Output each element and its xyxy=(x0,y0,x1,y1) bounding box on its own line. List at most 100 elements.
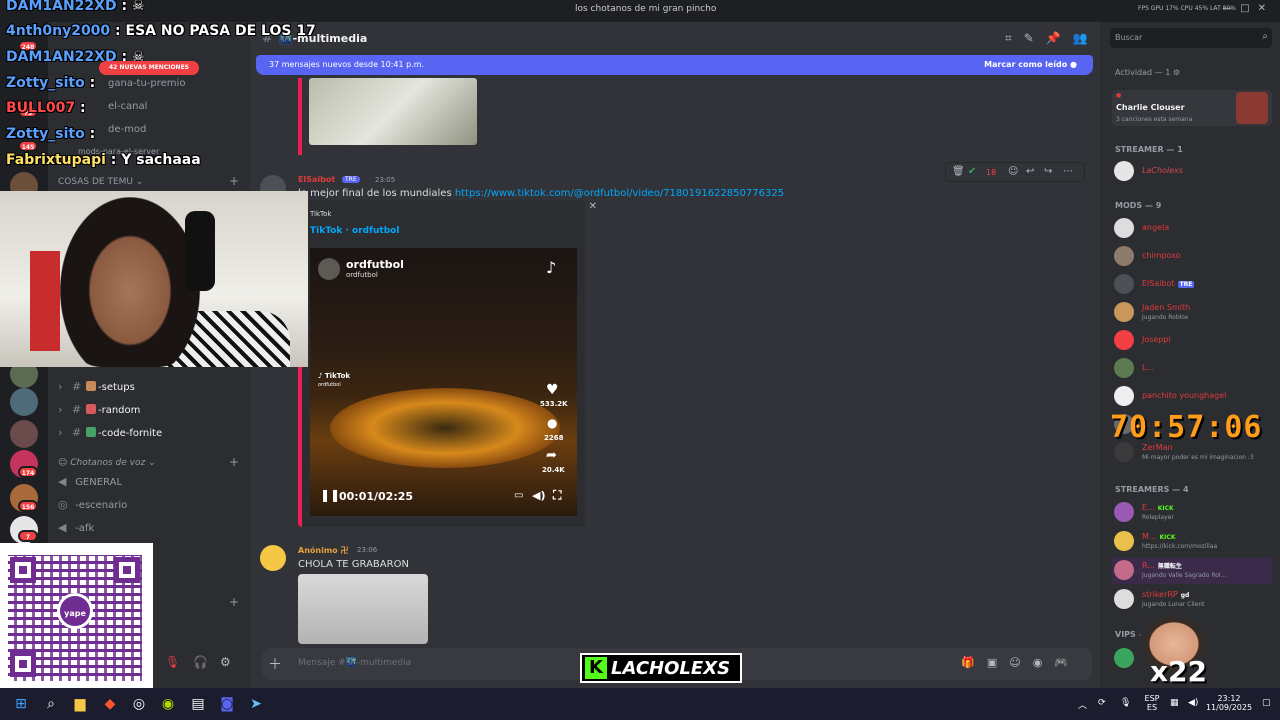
channel-emoji-icon xyxy=(86,404,96,414)
new-messages-bar[interactable]: 37 mensajes nuevos desde 10:41 p.m. Marc… xyxy=(256,55,1093,75)
member-row[interactable]: panchito younghagel xyxy=(1112,384,1272,410)
add-attachment-icon[interactable]: ＋ xyxy=(268,654,282,674)
notifications-icon[interactable]: ▢ xyxy=(1262,698,1271,708)
qr-finder xyxy=(114,557,140,583)
channel-item-setups[interactable]: › # -setups xyxy=(58,380,135,393)
search-input[interactable]: Buscar ⌕ xyxy=(1110,28,1272,48)
discord-icon[interactable]: ◙ xyxy=(218,695,236,713)
share-icon[interactable]: ➦ xyxy=(546,448,557,463)
member-name: L... xyxy=(1142,363,1155,372)
mentions-badge[interactable]: 42 NUEVAS MENCIONES xyxy=(99,61,199,75)
voice-channel-escenario[interactable]: ◎ -escenario xyxy=(58,498,127,511)
chevron-up-icon[interactable]: ︿ xyxy=(1078,698,1087,711)
close-icon[interactable]: ✕ xyxy=(589,201,597,212)
window-controls[interactable]: —□✕ xyxy=(1222,3,1274,14)
server-icon[interactable] xyxy=(10,388,38,416)
message-author[interactable]: Anónimo 卍 xyxy=(298,545,348,556)
message-link[interactable]: https://www.tiktok.com/@ordfutbol/video/… xyxy=(455,188,784,199)
avatar xyxy=(1114,648,1134,668)
voice-channel-general[interactable]: ◀ GENERAL xyxy=(58,475,122,488)
mic-muted-icon[interactable]: 🎙 xyxy=(165,655,180,669)
webcam-overlay xyxy=(0,191,308,367)
message-time: 23:05 xyxy=(375,176,396,184)
kick-brand-logo: K LACHOLEXS xyxy=(580,653,742,683)
video-time: 00:01/02:25 xyxy=(339,490,414,503)
chevron-right-icon: › xyxy=(58,426,63,439)
embed-author[interactable]: TikTok · ordfutbol xyxy=(310,226,399,236)
mark-as-read-button[interactable]: Marcar como leído ● xyxy=(984,60,1077,69)
steam-icon[interactable]: ➤ xyxy=(247,695,265,713)
member-row[interactable]: chimpoxo xyxy=(1112,244,1272,270)
attachment-image[interactable] xyxy=(298,574,428,644)
volume-icon[interactable]: ◀) xyxy=(1188,698,1198,708)
member-row[interactable]: strikerRP gd Jugando Lunar Client xyxy=(1112,587,1272,613)
category-header[interactable]: COSAS DE TEMU ⌄ xyxy=(58,177,143,187)
gear-icon[interactable]: ⚙ xyxy=(220,655,231,669)
member-row[interactable]: L... xyxy=(1112,356,1272,382)
member-row[interactable]: ElSaibot TRE xyxy=(1112,272,1272,298)
mic-icon[interactable]: 🎙 xyxy=(1120,698,1131,708)
channel-item-code-fornite[interactable]: › # -code-fornite xyxy=(58,426,162,439)
avatar[interactable] xyxy=(260,545,286,571)
add-reaction-icon[interactable]: ☺ xyxy=(1008,166,1018,177)
headphones-icon[interactable]: 🎧 xyxy=(193,655,208,669)
clock[interactable]: 23:12 11/09/2025 xyxy=(1204,694,1254,712)
windows-start-icon[interactable]: ⊞ xyxy=(12,695,30,713)
channel-item[interactable]: el-canal xyxy=(108,101,147,112)
fullscreen-icon[interactable]: ⛶ xyxy=(553,488,561,503)
network-icon[interactable]: ▦ xyxy=(1170,698,1179,708)
message-author[interactable]: ElSaibot xyxy=(298,175,335,184)
composer-toolbar[interactable]: 🎁▣☺◉🎮 xyxy=(961,656,1080,669)
mods-header: MODS — 9 xyxy=(1115,201,1162,210)
webcam-person xyxy=(60,197,200,367)
check-icon[interactable]: ✔ xyxy=(968,166,976,177)
kick-brand-name: LACHOLEXS xyxy=(611,658,731,679)
member-row[interactable]: Jaden Smith Jugando Roblox xyxy=(1112,300,1272,326)
add-channel-icon[interactable]: + xyxy=(229,174,239,188)
tiktok-icon: ♪ xyxy=(546,258,557,277)
language-indicator[interactable]: ESP ES xyxy=(1140,694,1164,712)
video-handle: ordfutbol xyxy=(346,271,378,279)
search-icon[interactable]: ⌕ xyxy=(42,695,60,713)
member-row[interactable]: Joseppi xyxy=(1112,328,1272,354)
forward-icon[interactable]: ↪ xyxy=(1044,166,1052,177)
add-category-icon[interactable]: + xyxy=(229,595,239,609)
add-voice-channel-icon[interactable]: + xyxy=(229,455,239,469)
member-row[interactable]: LaCholexs xyxy=(1112,159,1272,185)
server-icon[interactable] xyxy=(10,420,38,448)
brave-browser-icon[interactable]: ◆ xyxy=(101,695,119,713)
member-row[interactable]: R... 無職転生 Jugando Valle Sagrado Rol... xyxy=(1112,558,1272,584)
reply-icon[interactable]: ↩ xyxy=(1026,166,1034,177)
voice-channel-afk[interactable]: ◀ -afk xyxy=(58,521,94,534)
volume-icon[interactable]: ◀) xyxy=(532,489,546,502)
video-player[interactable]: ordfutbol ordfutbol ♪ ♪ TikTok ordfutbol… xyxy=(310,248,577,516)
channel-item[interactable]: de-mod xyxy=(108,124,146,135)
member-row[interactable]: angela xyxy=(1112,216,1272,242)
member-row[interactable]: M... KICK https://kick.com/mozillaa xyxy=(1112,529,1272,555)
app-icon[interactable]: ◎ xyxy=(130,695,148,713)
app-icon[interactable]: ◉ xyxy=(159,695,177,713)
reaction-count[interactable]: 18 xyxy=(986,168,996,177)
file-explorer-icon[interactable]: ▆ xyxy=(71,695,89,713)
comment-icon[interactable]: ● xyxy=(547,416,557,430)
heart-icon[interactable]: ♥ xyxy=(546,382,559,398)
pause-icon[interactable]: ❚❚ xyxy=(320,488,340,502)
taskbar: ⊞ ⌕ ▆ ◆ ◎ ◉ ▤ ◙ ➤ ︿ ⟳ 🎙 ESP ES ▦ ◀) 23:12… xyxy=(0,688,1280,720)
headphones-icon xyxy=(185,211,215,291)
trash-icon[interactable]: 🗑 xyxy=(952,166,965,177)
captions-icon[interactable]: ▭ xyxy=(514,490,523,501)
voice-category-header[interactable]: ☺ Chotanos de voz ⌄ xyxy=(58,458,156,468)
app-icon[interactable]: ▤ xyxy=(189,695,207,713)
activity-card[interactable]: ● Charlie Clouser 3 canciones esta seman… xyxy=(1112,90,1272,126)
attachment-image[interactable] xyxy=(309,78,477,145)
channel-item-random[interactable]: › # -random xyxy=(58,403,140,416)
tray-icon[interactable]: ⟳ xyxy=(1098,698,1106,708)
search-icon: ⌕ xyxy=(1262,31,1268,42)
member-name: M... KICK xyxy=(1142,532,1176,541)
channel-item[interactable]: gana-tu-premio xyxy=(108,78,185,89)
composer-placeholder[interactable]: Mensaje #🌃-multimedia xyxy=(298,658,411,668)
avatar xyxy=(1114,302,1134,322)
member-row[interactable]: E... KICK Roleplayer xyxy=(1112,500,1272,526)
more-icon[interactable]: ⋯ xyxy=(1063,166,1073,177)
header-toolbar[interactable]: ⌗✎📌👥 xyxy=(1005,31,1100,46)
